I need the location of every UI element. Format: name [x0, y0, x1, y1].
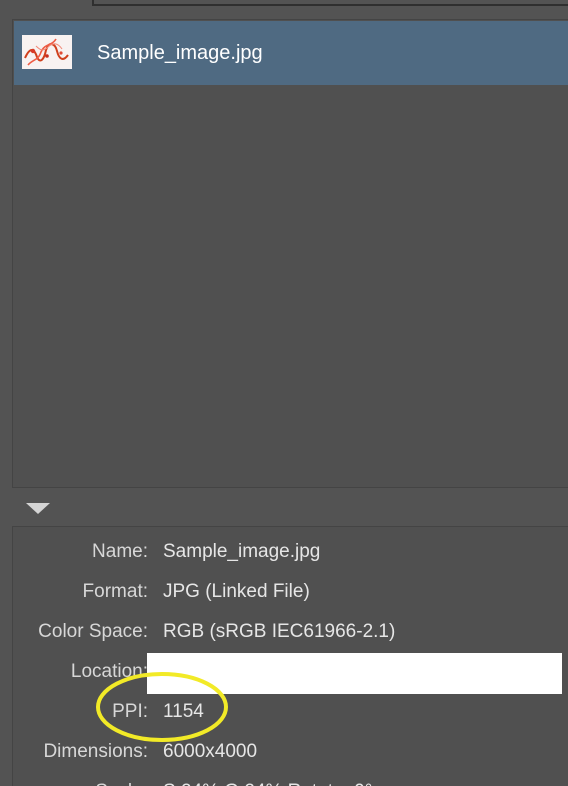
ppi-label: PPI:	[112, 701, 148, 722]
scale-label: Scale:	[95, 778, 148, 786]
location-value	[147, 653, 562, 694]
dimensions-value: 6000x4000	[163, 741, 258, 762]
info-row-ppi: PPI: 1154	[13, 698, 568, 726]
color-space-value: RGB (sRGB IEC61966-2.1)	[163, 621, 396, 642]
color-space-label: Color Space:	[38, 621, 148, 642]
name-value: Sample_image.jpg	[163, 541, 321, 562]
name-label: Name:	[92, 541, 148, 562]
panel-top-strip	[0, 0, 568, 18]
link-info-panel: Name: Sample_image.jpg Format: JPG (Link…	[12, 526, 568, 786]
info-row-format: Format: JPG (Linked File)	[13, 578, 568, 606]
link-file-name: Sample_image.jpg	[97, 42, 263, 64]
info-row-dimensions: Dimensions: 6000x4000	[13, 738, 568, 766]
info-row-name: Name: Sample_image.jpg	[13, 538, 568, 566]
collapse-triangle-icon[interactable]	[26, 503, 50, 517]
tab-edge	[92, 0, 568, 6]
ppi-value: 1154	[163, 701, 204, 722]
format-label: Format:	[82, 581, 148, 602]
location-label: Location:	[70, 661, 148, 682]
format-value: JPG (Linked File)	[163, 581, 310, 602]
dimensions-label: Dimensions:	[43, 741, 148, 762]
link-row-selected[interactable]: Sample_image.jpg	[14, 21, 568, 85]
info-row-color-space: Color Space: RGB (sRGB IEC61966-2.1)	[13, 618, 568, 646]
scale-value: S 24% G 24% Rotate: 0°	[163, 778, 372, 786]
info-row-scale: Scale: S 24% G 24% Rotate: 0°	[13, 778, 568, 786]
links-panel: Sample_image.jpg Name: Sample_image.jpg …	[0, 0, 568, 786]
links-list[interactable]: Sample_image.jpg	[12, 19, 568, 488]
image-thumbnail-icon	[22, 35, 72, 69]
